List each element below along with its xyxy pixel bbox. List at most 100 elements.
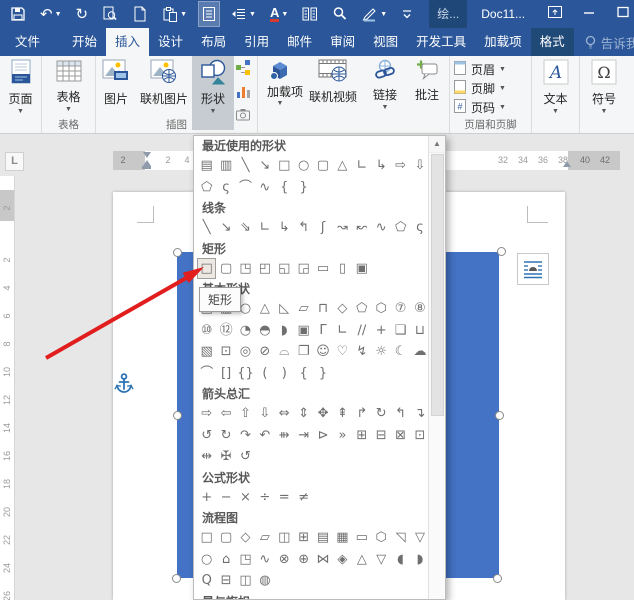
elbow-arrow-connector-shape[interactable]: ↳ <box>275 217 294 239</box>
diamond-shape[interactable]: ◇ <box>333 298 352 320</box>
undo-icon[interactable]: ↶▼ <box>38 2 64 26</box>
chart-icon[interactable] <box>236 84 251 104</box>
octagon-shape[interactable]: ⑧ <box>410 298 429 320</box>
rectangle-shape[interactable]: □ <box>197 258 216 280</box>
freeform-shape[interactable]: ⬠ <box>197 177 216 199</box>
curved-down-arrow-shape[interactable]: ↷ <box>236 425 255 447</box>
elbow-connector-shape[interactable]: ∟ <box>352 155 371 177</box>
decagon-shape[interactable]: ⑩ <box>197 320 216 342</box>
text-button[interactable]: A 文本 ▼ <box>532 56 579 130</box>
minus-shape[interactable]: − <box>216 487 235 509</box>
curve-shape[interactable]: ∿ <box>372 217 391 239</box>
first-line-indent-marker[interactable] <box>143 152 151 158</box>
preparation-shape[interactable]: ⬡ <box>372 527 391 549</box>
pages-button[interactable]: 页面 ▼ <box>0 56 41 130</box>
new-document-icon[interactable] <box>130 2 150 26</box>
search-icon[interactable] <box>330 2 350 26</box>
scrollbar-thumb[interactable] <box>431 154 444 416</box>
snip-and-round-single-corner-rectangle-shape[interactable]: ◲ <box>294 258 313 280</box>
direct-access-storage-shape[interactable]: ◫ <box>236 570 255 592</box>
selection-handle[interactable] <box>495 411 504 420</box>
layout-options-button[interactable] <box>517 253 549 285</box>
predefined-process-shape[interactable]: ◫ <box>275 527 294 549</box>
down-arrow-shape[interactable]: ⇩ <box>255 403 274 425</box>
internal-storage-shape[interactable]: ⊞ <box>294 527 313 549</box>
can-shape[interactable]: ⊔ <box>410 320 429 342</box>
heart-shape[interactable]: ♡ <box>333 341 352 363</box>
merge-shape[interactable]: ▽ <box>372 549 391 571</box>
draw-icon[interactable]: ▼ <box>360 2 389 26</box>
scribble-shape[interactable]: ς <box>410 217 429 239</box>
quad-arrow-shape[interactable]: ✥ <box>313 403 332 425</box>
left-indent-marker[interactable] <box>142 166 151 169</box>
tab-6[interactable]: 邮件 <box>278 28 321 56</box>
scroll-up-arrow-icon[interactable]: ▲ <box>429 136 445 153</box>
diagonal-stripe-shape[interactable]: ∕∕ <box>352 320 371 342</box>
print-preview-icon[interactable] <box>100 2 120 26</box>
document-shape[interactable]: ▤ <box>313 527 332 549</box>
pentagon-arrow-shape[interactable]: ⊳ <box>313 425 332 447</box>
page-number-button[interactable]: # 页码▼ <box>450 98 510 117</box>
curved-connector-shape[interactable]: ʃ <box>313 217 332 239</box>
cube-shape[interactable]: ▧ <box>197 341 216 363</box>
curved-left-arrow-shape[interactable]: ↺ <box>197 425 216 447</box>
tab-10[interactable]: 加载项 <box>475 28 531 56</box>
up-down-arrow-shape[interactable]: ⇕ <box>294 403 313 425</box>
elbow-arrow-connector-shape[interactable]: ↳ <box>372 155 391 177</box>
font-color-icon[interactable]: A▼ <box>268 2 290 26</box>
stored-data-shape[interactable]: ◖ <box>391 549 410 571</box>
not-equal-shape[interactable]: ≠ <box>294 487 313 509</box>
line-arrow-shape[interactable]: ↘ <box>255 155 274 177</box>
or-shape[interactable]: ⊕ <box>294 549 313 571</box>
heptagon-shape[interactable]: ⑦ <box>391 298 410 320</box>
data-shape[interactable]: ▱ <box>255 527 274 549</box>
vertical-text-box-shape[interactable]: ▥ <box>216 155 235 177</box>
save-icon[interactable] <box>8 2 28 26</box>
delay-shape[interactable]: ◗ <box>410 549 429 571</box>
off-page-connector-shape[interactable]: ⌂ <box>216 549 235 571</box>
symbol-button[interactable]: Ω 符号 ▼ <box>580 56 628 130</box>
selection-handle[interactable] <box>497 247 506 256</box>
left-up-arrow-shape[interactable]: ↴ <box>410 403 429 425</box>
maximize-icon[interactable] <box>614 4 632 25</box>
teardrop-shape[interactable]: ◗ <box>275 320 294 342</box>
double-bracket-shape[interactable]: [] <box>216 363 235 385</box>
hexagon-shape[interactable]: ⬡ <box>372 298 391 320</box>
dodecagon-shape[interactable]: ⑫ <box>216 320 235 342</box>
curved-up-arrow-shape[interactable]: ↶ <box>255 425 274 447</box>
tab-9[interactable]: 开发工具 <box>407 28 475 56</box>
snip-single-corner-rectangle-shape[interactable]: ◳ <box>236 258 255 280</box>
terminator-shape[interactable]: ▭ <box>352 527 371 549</box>
smartart-icon[interactable] <box>236 60 251 80</box>
indent-icon[interactable]: ▼ <box>229 2 258 26</box>
sort-shape[interactable]: ◈ <box>333 549 352 571</box>
manual-input-shape[interactable]: ◹ <box>391 527 410 549</box>
selection-handle[interactable] <box>493 574 502 583</box>
tab-2[interactable]: 插入 <box>106 28 149 56</box>
tab-11[interactable]: 格式 <box>531 28 574 56</box>
trapezoid-shape[interactable]: ⊓ <box>313 298 332 320</box>
links-button[interactable]: 链接 ▼ <box>364 56 406 130</box>
down-arrow-shape[interactable]: ⇩ <box>410 155 429 177</box>
alternate-process-shape[interactable]: ▢ <box>216 527 235 549</box>
minimize-icon[interactable] <box>580 4 598 25</box>
curved-double-arrow-connector-shape[interactable]: ↜ <box>352 217 371 239</box>
elbow-double-arrow-connector-shape[interactable]: ↰ <box>294 217 313 239</box>
down-arrow-callout-shape[interactable]: ⊟ <box>372 425 391 447</box>
up-arrow-shape[interactable]: ⇧ <box>236 403 255 425</box>
left-brace-shape[interactable]: { <box>275 177 294 199</box>
arc-shape[interactable]: ⌒ <box>236 177 255 199</box>
display-shape[interactable]: ◍ <box>255 570 274 592</box>
bent-arrow-shape[interactable]: ↱ <box>352 403 371 425</box>
selection-handle[interactable] <box>173 411 182 420</box>
division-shape[interactable]: ÷ <box>255 487 274 509</box>
manual-operation-shape[interactable]: ▽ <box>410 527 429 549</box>
curved-arrow-connector-shape[interactable]: ↝ <box>333 217 352 239</box>
addins-button[interactable]: 加载项 ▼ <box>258 56 302 130</box>
u-turn-arrow-shape[interactable]: ↻ <box>372 403 391 425</box>
rectangle-shape[interactable]: □ <box>275 155 294 177</box>
half-frame-shape[interactable]: Γ <box>313 320 332 342</box>
collate-shape[interactable]: ⋈ <box>313 549 332 571</box>
moon-shape[interactable]: ☾ <box>391 341 410 363</box>
card-shape[interactable]: ◳ <box>236 549 255 571</box>
